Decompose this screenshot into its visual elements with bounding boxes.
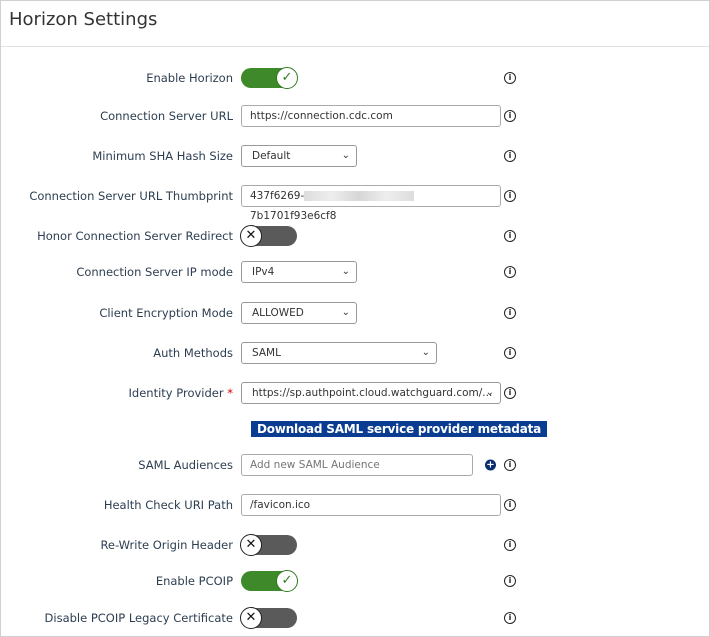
label: Identity Provider *	[129, 386, 233, 400]
required-marker: *	[227, 386, 233, 400]
row-audiences: SAML Audiences + i	[0, 450, 710, 480]
value: IPv4	[252, 266, 275, 278]
info-icon[interactable]: i	[504, 230, 516, 242]
value: Default	[252, 150, 291, 162]
chevron-down-icon: ⌄	[341, 307, 350, 318]
label: Connection Server IP mode	[76, 265, 233, 279]
label: Connection Server URL	[100, 109, 233, 123]
pcoip-toggle[interactable]: ✓	[241, 570, 298, 592]
pcoip-legacy-toggle[interactable]: ✕	[240, 607, 297, 629]
row-rewrite: Re-Write Origin Header ✕ i	[0, 530, 710, 560]
label: Health Check URI Path	[103, 498, 233, 512]
row-auth: Auth Methods SAML ⌄ i	[0, 338, 710, 368]
page-title: Horizon Settings	[9, 9, 158, 30]
saml-audience-input[interactable]	[241, 454, 473, 476]
row-idp: Identity Provider * https://sp.authpoint…	[0, 378, 710, 408]
chevron-down-icon: ⌄	[341, 266, 350, 277]
divider	[1, 46, 709, 47]
encryption-select[interactable]: ALLOWED ⌄	[241, 302, 357, 324]
redacted	[304, 191, 415, 201]
row-pcoip-legacy: Disable PCOIP Legacy Certificate ✕ i	[0, 603, 710, 633]
redirect-toggle[interactable]: ✕	[240, 225, 297, 247]
download-metadata-button[interactable]: Download SAML service provider metadata	[251, 421, 548, 437]
info-icon[interactable]: i	[504, 612, 516, 624]
chevron-down-icon: ⌄	[421, 347, 430, 358]
idp-select[interactable]: https://sp.authpoint.cloud.watchguard.co…	[241, 382, 501, 404]
health-check-input[interactable]: /favicon.ico	[241, 494, 501, 516]
row-enable-horizon: Enable Horizon ✓ i	[0, 63, 710, 93]
info-icon[interactable]: i	[504, 266, 516, 278]
row-server-url: Connection Server URL https://connection…	[0, 101, 710, 131]
row-redirect: Honor Connection Server Redirect ✕ i	[0, 221, 710, 251]
ip-mode-select[interactable]: IPv4 ⌄	[241, 261, 357, 283]
chevron-down-icon: ⌄	[341, 150, 350, 161]
info-icon[interactable]: i	[504, 575, 516, 587]
auth-select[interactable]: SAML ⌄	[241, 342, 437, 364]
value: ALLOWED	[252, 307, 304, 319]
x-icon: ✕	[240, 225, 262, 247]
row-pcoip: Enable PCOIP ✓ i	[0, 566, 710, 596]
info-icon[interactable]: i	[504, 110, 516, 122]
row-sha: Minimum SHA Hash Size Default ⌄ i	[0, 141, 710, 171]
value-start: 437f6269-	[250, 190, 305, 202]
row-health: Health Check URI Path /favicon.ico i	[0, 490, 710, 520]
info-icon[interactable]: i	[504, 499, 516, 511]
info-icon[interactable]: i	[504, 539, 516, 551]
server-url-input[interactable]: https://connection.cdc.com	[241, 105, 501, 127]
row-encryption: Client Encryption Mode ALLOWED ⌄ i	[0, 298, 710, 328]
check-icon: ✓	[276, 570, 298, 592]
x-icon: ✕	[240, 534, 262, 556]
label: Enable PCOIP	[155, 574, 233, 588]
rewrite-origin-toggle[interactable]: ✕	[240, 534, 297, 556]
info-icon[interactable]: i	[504, 150, 516, 162]
plus-icon[interactable]: +	[485, 459, 496, 471]
label: Disable PCOIP Legacy Certificate	[44, 611, 233, 625]
label: Client Encryption Mode	[99, 306, 233, 320]
label: Connection Server URL Thumbprint	[29, 189, 233, 203]
label: Re-Write Origin Header	[100, 538, 233, 552]
row-ip-mode: Connection Server IP mode IPv4 ⌄ i	[0, 257, 710, 287]
chevron-down-icon: ⌄	[485, 387, 494, 398]
info-icon[interactable]: i	[504, 347, 516, 359]
info-icon[interactable]: i	[504, 459, 516, 471]
check-icon: ✓	[276, 67, 298, 89]
info-icon[interactable]: i	[504, 387, 516, 399]
label: Auth Methods	[153, 346, 233, 360]
thumbprint-input[interactable]: 437f6269-7b1701f93e6cf8	[241, 185, 501, 222]
row-thumbprint: Connection Server URL Thumbprint 437f626…	[0, 181, 710, 222]
label: Enable Horizon	[146, 71, 233, 85]
x-icon: ✕	[240, 607, 262, 629]
enable-horizon-toggle[interactable]: ✓	[241, 67, 298, 89]
label: SAML Audiences	[138, 458, 233, 472]
label-text: Identity Provider	[128, 386, 224, 400]
sha-select[interactable]: Default ⌄	[241, 145, 357, 167]
label: Minimum SHA Hash Size	[92, 149, 233, 163]
info-icon[interactable]: i	[504, 72, 516, 84]
label: Honor Connection Server Redirect	[37, 229, 233, 243]
value: SAML	[252, 347, 281, 359]
info-icon[interactable]: i	[504, 190, 516, 202]
value: https://sp.authpoint.cloud.watchguard.co…	[252, 387, 493, 399]
info-icon[interactable]: i	[504, 307, 516, 319]
